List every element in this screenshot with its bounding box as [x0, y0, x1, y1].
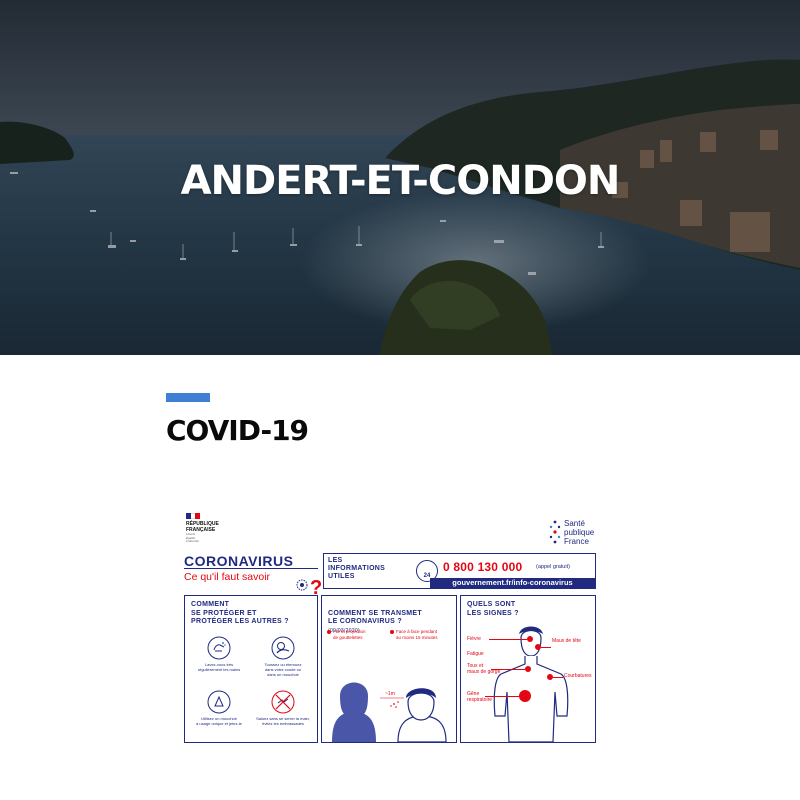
fever-connector [489, 639, 527, 640]
covid-infographic: RÉPUBLIQUE FRANÇAISE Liberté Égalité Fra… [180, 513, 600, 745]
coronavirus-title: CORONAVIRUS [184, 553, 294, 569]
republique-francaise-logo: RÉPUBLIQUE FRANÇAISE Liberté Égalité Fra… [184, 513, 224, 543]
panel-protect: COMMENT SE PROTÉGER ET PROTÉGER LES AUTR… [184, 595, 318, 743]
sign-fatigue: Fatigue [467, 651, 484, 657]
cough-elbow-icon [271, 636, 295, 660]
hotline-free-note: (appel gratuit) [536, 564, 570, 570]
panel-protect-title: COMMENT SE PROTÉGER ET PROTÉGER LES AUTR… [191, 601, 289, 625]
republique-motto: Liberté Égalité Fraternité [186, 532, 199, 543]
tip-wash-hands: Lavez-vous très régulièrement les mains [189, 636, 249, 672]
tissue-icon [207, 690, 231, 714]
useful-info-box: LES INFORMATIONS UTILES 24 0 800 130 000… [323, 553, 596, 589]
throat-dot [525, 666, 531, 672]
sante-publique-logo: Santé publique France [548, 515, 598, 547]
section-title: COVID-19 [166, 414, 309, 447]
respiratory-dot [519, 690, 531, 702]
hero-title: ANDERT-ET-CONDON [180, 158, 621, 204]
hotline-phone-number: 0 800 130 000 [443, 560, 523, 574]
sign-breathing: Gêne respiratoire [467, 691, 493, 703]
tip-cough-elbow: Toussez ou éternuez dans votre coude ou … [253, 636, 313, 677]
tip-cough-elbow-text: Toussez ou éternuez dans votre coude ou … [264, 662, 302, 677]
transmit-point-droplets: Par la projection de gouttelettes [333, 629, 366, 640]
bullet-icon [390, 630, 394, 634]
section-accent-bar [166, 393, 210, 402]
hero-banner: ANDERT-ET-CONDON [0, 0, 800, 355]
wash-hands-icon [207, 636, 231, 660]
panel-transmit-heading: COMMENT SE TRANSMET LE CORONAVIRUS ? [328, 609, 422, 626]
useful-info-label: LES INFORMATIONS UTILES [328, 557, 386, 580]
sign-fever: Fièvre [467, 636, 481, 642]
aches-connector [553, 677, 563, 678]
panel-signs: QUELS SONT LES SIGNES ? Fièvre Maux de t… [460, 595, 596, 743]
no-handshake-icon [271, 690, 295, 714]
info-url-link: gouvernement.fr/info-coronavirus [430, 578, 595, 588]
panel-transmit: COMMENT SE TRANSMET LE CORONAVIRUS ? (09… [321, 595, 457, 743]
coronavirus-title-block: CORONAVIRUS Ce qu'il faut savoir ? [184, 553, 322, 599]
tip-no-handshake-text: Saluez sans se serrer la main, évitez le… [256, 716, 310, 726]
sign-aches: Courbatures [564, 673, 592, 679]
panel-signs-title: QUELS SONT LES SIGNES ? [467, 601, 519, 617]
sign-cough: Toux et maux de gorge [467, 663, 501, 675]
coronavirus-subtitle: Ce qu'il faut savoir [184, 571, 271, 583]
headache-connector [541, 647, 551, 648]
sante-publique-text: Santé publique France [564, 519, 595, 546]
distance-label: ~1m [385, 691, 395, 697]
tip-no-handshake: Saluez sans se serrer la main, évitez le… [253, 690, 313, 726]
french-flag-icon [186, 513, 201, 519]
sign-headache: Maux de tête [552, 638, 581, 644]
two-people-illustration: ~1m [332, 682, 447, 742]
tip-tissue-text: Utilisez un mouchoir à usage unique et j… [196, 716, 242, 726]
tip-tissue: Utilisez un mouchoir à usage unique et j… [189, 690, 249, 726]
sante-publique-dots-icon [549, 520, 561, 544]
transmit-point-face-to-face: Face à face pendant au moins 15 minutes [396, 629, 438, 640]
fever-dot [527, 636, 533, 642]
tip-wash-hands-text: Lavez-vous très régulièrement les mains [197, 662, 241, 672]
bullet-icon [327, 630, 331, 634]
